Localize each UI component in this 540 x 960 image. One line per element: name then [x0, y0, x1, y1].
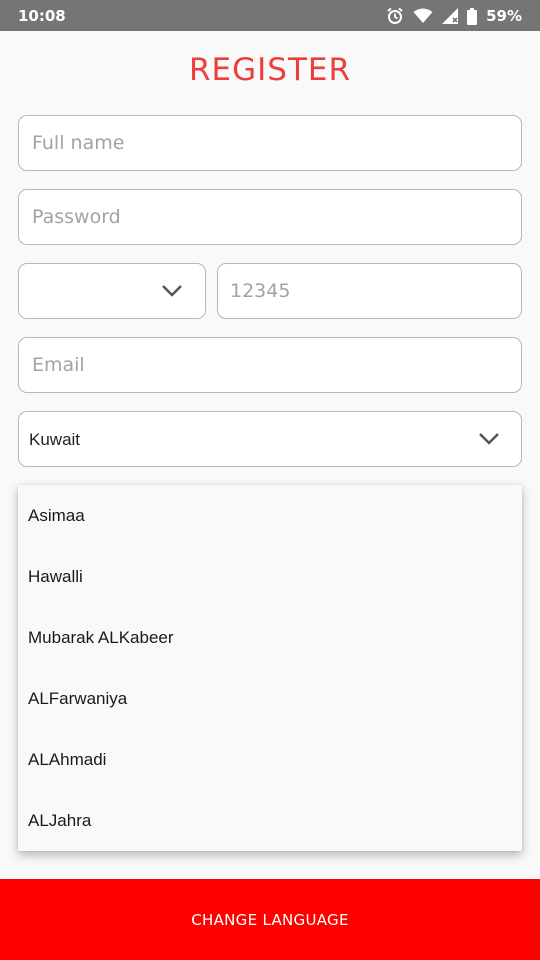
chevron-down-icon — [478, 432, 500, 451]
country-select-value: Kuwait — [29, 430, 81, 449]
page-title: REGISTER — [188, 52, 352, 88]
dropdown-option-aljahra[interactable]: ALJahra — [18, 790, 522, 851]
email-field[interactable] — [18, 337, 522, 393]
phone-field[interactable] — [217, 263, 522, 319]
region-dropdown-menu: Asimaa Hawalli Mubarak ALKabeer ALFarwan… — [18, 485, 522, 851]
wifi-icon — [413, 8, 433, 24]
password-input[interactable] — [19, 190, 521, 244]
full-name-input[interactable] — [19, 116, 521, 170]
dropdown-option-alahmadi[interactable]: ALAhmadi — [18, 729, 522, 790]
password-field[interactable] — [18, 189, 522, 245]
signal-icon — [442, 8, 459, 24]
change-language-button[interactable]: CHANGE LANGUAGE — [0, 879, 540, 960]
status-icons: 59% — [386, 6, 522, 26]
dropdown-option-alfarwaniya[interactable]: ALFarwaniya — [18, 668, 522, 729]
dropdown-option-hawalli[interactable]: Hawalli — [18, 546, 522, 607]
alarm-icon — [386, 7, 404, 25]
status-time: 10:08 — [18, 7, 66, 25]
email-input[interactable] — [19, 338, 521, 392]
full-name-field[interactable] — [18, 115, 522, 171]
chevron-down-icon — [161, 284, 183, 303]
status-bar: 10:08 59% — [0, 0, 540, 31]
country-code-select[interactable] — [18, 263, 206, 319]
dropdown-option-mubarak-alkabeer[interactable]: Mubarak ALKabeer — [18, 607, 522, 668]
phone-input[interactable] — [218, 264, 521, 318]
country-select[interactable]: Kuwait — [18, 411, 522, 467]
dropdown-option-asimaa[interactable]: Asimaa — [18, 485, 522, 546]
battery-percent: 59% — [486, 7, 522, 25]
battery-icon — [467, 7, 478, 25]
